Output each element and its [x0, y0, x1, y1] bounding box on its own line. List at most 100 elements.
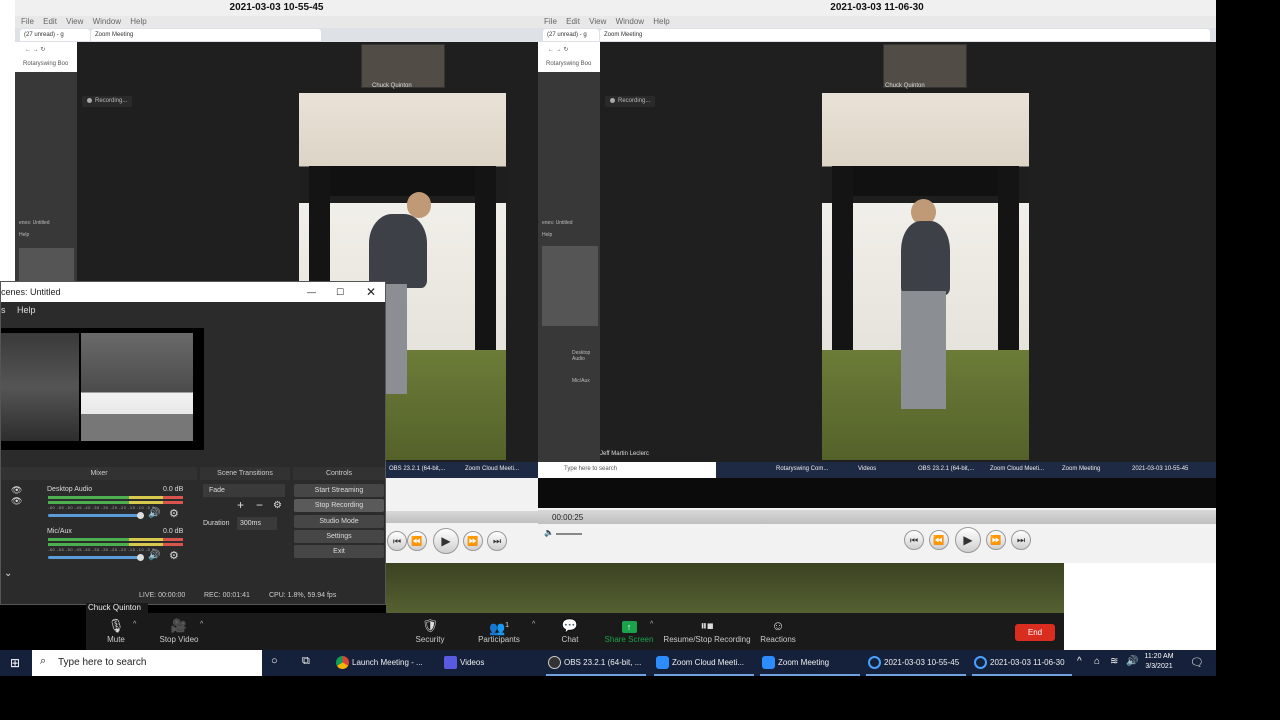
close-icon[interactable]: ✕ — [366, 282, 376, 302]
nav-arrows-icon[interactable]: ← → ↻ — [548, 46, 568, 53]
volume-slider[interactable] — [556, 533, 582, 535]
overlay-task-chrome: Rotaryswing Com... — [776, 466, 829, 472]
remove-icon[interactable]: − — [256, 498, 263, 512]
gear-icon[interactable]: ⚙ — [169, 549, 179, 562]
tray-chevron-icon[interactable]: ^ — [1077, 656, 1082, 667]
chevron-up-icon[interactable]: ^ — [133, 621, 136, 628]
tab-zoom-meeting[interactable]: Zoom Meeting — [91, 29, 321, 41]
volume-icon[interactable]: 🔊 — [1126, 656, 1138, 667]
chevron-up-icon[interactable]: ^ — [200, 621, 203, 628]
speaker-icon[interactable]: 🔊 — [148, 550, 160, 561]
zoom-control-bar: 🎙 Mute ^ 🎥 Stop Video ^ 🛡 Security 👥1 Partic… — [86, 613, 1064, 650]
bookmark-item[interactable]: Rotaryswing Boo — [23, 61, 68, 67]
videos-icon — [444, 656, 457, 669]
start-streaming-button[interactable]: Start Streaming — [294, 484, 384, 497]
gear-icon[interactable]: ⚙ — [273, 500, 282, 511]
taskbar-search-box[interactable]: Type here to search — [32, 650, 262, 676]
taskbar-item-zoom-cloud[interactable]: Zoom Cloud Meeti... — [654, 650, 754, 676]
right-play-icon[interactable]: ▶ — [955, 527, 981, 553]
share-screen-button[interactable]: ↑ Share Screen — [601, 617, 657, 644]
gear-icon[interactable]: ⚙ — [169, 507, 179, 520]
chevron-up-icon[interactable]: ^ — [532, 621, 535, 628]
speaker-icon[interactable]: 🔊 — [148, 508, 160, 519]
reactions-label: Reactions — [760, 635, 796, 644]
tab-zoom-meeting[interactable]: Zoom Meeting — [600, 29, 1210, 41]
eye-icon[interactable]: 👁 — [11, 485, 22, 496]
mic-aux-volume-slider[interactable] — [48, 556, 140, 559]
end-meeting-button[interactable]: End — [1015, 624, 1055, 641]
volume-icon[interactable]: 🔈 — [544, 528, 554, 537]
right-seek-bar[interactable] — [538, 510, 1216, 524]
network-icon[interactable]: ⌂ — [1094, 656, 1100, 667]
obs-menu-tools[interactable]: s — [1, 302, 6, 318]
left-rewind-icon[interactable]: ⏪ — [407, 531, 427, 551]
desktop-audio-volume-slider[interactable] — [48, 514, 140, 517]
menu-edit[interactable]: Edit — [566, 17, 580, 26]
recording-label: Resume/Stop Recording — [663, 635, 751, 644]
menu-help[interactable]: Help — [653, 17, 669, 26]
add-icon[interactable]: + — [237, 498, 244, 512]
obs-preview — [1, 328, 204, 450]
tab-gmail[interactable]: (27 unread) - g — [20, 29, 90, 41]
clock[interactable]: 11:20 AM 3/3/2021 — [1140, 652, 1178, 672]
taskbar-label: 2021-03-03 10-55-45 — [884, 658, 960, 667]
menu-edit[interactable]: Edit — [43, 17, 57, 26]
mini-mic-aux: Mic/Aux — [572, 378, 590, 384]
stop-video-button[interactable]: 🎥 Stop Video — [154, 617, 204, 644]
left-skip-forward-icon[interactable]: ⏭ — [487, 531, 507, 551]
right-fast-forward-icon[interactable]: ⏩ — [986, 530, 1006, 550]
right-skip-back-icon[interactable]: ⏮ — [904, 530, 924, 550]
taskbar-item-zoom-meeting[interactable]: Zoom Meeting — [760, 650, 860, 676]
left-fast-forward-icon[interactable]: ⏩ — [463, 531, 483, 551]
transition-select[interactable]: Fade — [203, 484, 285, 497]
chat-button[interactable]: 💬 Chat — [556, 617, 584, 644]
settings-button[interactable]: Settings — [294, 530, 384, 543]
studio-mode-button[interactable]: Studio Mode — [294, 515, 384, 528]
taskbar-item-obs[interactable]: OBS 23.2.1 (64-bit, ... — [546, 650, 646, 676]
right-self-view-thumbnail[interactable] — [883, 44, 967, 88]
taskbar-item-recording-1[interactable]: 2021-03-03 10-55-45 — [866, 650, 966, 676]
stop-recording-button[interactable]: Stop Recording — [294, 499, 384, 512]
left-skip-back-icon[interactable]: ⏮ — [387, 531, 407, 551]
tab-gmail[interactable]: (27 unread) - g — [543, 29, 599, 41]
task-view-icon[interactable]: ⧉ — [302, 655, 310, 668]
right-rewind-icon[interactable]: ⏪ — [929, 530, 949, 550]
taskbar-item-chrome[interactable]: Launch Meeting - ... — [334, 650, 434, 676]
left-seek-bar[interactable] — [385, 511, 538, 523]
recording-button[interactable]: ⏸⏹ Resume/Stop Recording — [661, 617, 753, 644]
menu-view[interactable]: View — [589, 17, 606, 26]
mic-aux-volume-knob[interactable] — [137, 554, 144, 561]
chevron-down-icon[interactable]: ⌄ — [4, 568, 12, 579]
reactions-button[interactable]: ☺ Reactions — [758, 617, 798, 644]
left-play-icon[interactable]: ▶ — [433, 528, 459, 554]
chevron-up-icon[interactable]: ^ — [650, 621, 653, 628]
cortana-icon[interactable]: ○ — [271, 655, 278, 667]
taskbar-item-recording-2[interactable]: 2021-03-03 11-06-30 — [972, 650, 1072, 676]
security-button[interactable]: 🛡 Security — [410, 617, 450, 644]
maximize-icon[interactable]: ☐ — [336, 282, 344, 302]
menu-file[interactable]: File — [21, 17, 34, 26]
menu-help[interactable]: Help — [130, 17, 146, 26]
bookmark-item[interactable]: Rotaryswing Boo — [546, 61, 591, 67]
menu-file[interactable]: File — [544, 17, 557, 26]
menu-window[interactable]: Window — [616, 17, 644, 26]
right-skip-forward-icon[interactable]: ⏭ — [1011, 530, 1031, 550]
windows-start-icon[interactable]: ⊞ — [10, 656, 20, 670]
obs-menu-help[interactable]: Help — [17, 302, 36, 318]
notifications-icon[interactable]: 🗨 — [1190, 656, 1204, 669]
duration-input[interactable]: 300ms — [237, 517, 277, 530]
eye-icon[interactable]: 👁 — [11, 496, 22, 507]
exit-button[interactable]: Exit — [294, 545, 384, 558]
participants-icon: 👥1 — [488, 620, 510, 636]
nav-arrows-icon[interactable]: ← → ↻ — [25, 46, 45, 53]
taskbar-item-videos[interactable]: Videos — [442, 650, 542, 676]
menu-window[interactable]: Window — [93, 17, 121, 26]
desktop-audio-volume-knob[interactable] — [137, 512, 144, 519]
mute-button[interactable]: 🎙 Mute — [102, 617, 130, 644]
right-browser-tabs: (27 unread) - g Zoom Meeting — [538, 28, 1216, 42]
minimize-icon[interactable]: — — [307, 282, 316, 302]
participants-button[interactable]: 👥1 Participants — [474, 617, 524, 644]
wifi-icon[interactable]: ≋ — [1110, 656, 1118, 667]
left-self-view-thumbnail[interactable] — [361, 44, 445, 88]
menu-view[interactable]: View — [66, 17, 83, 26]
